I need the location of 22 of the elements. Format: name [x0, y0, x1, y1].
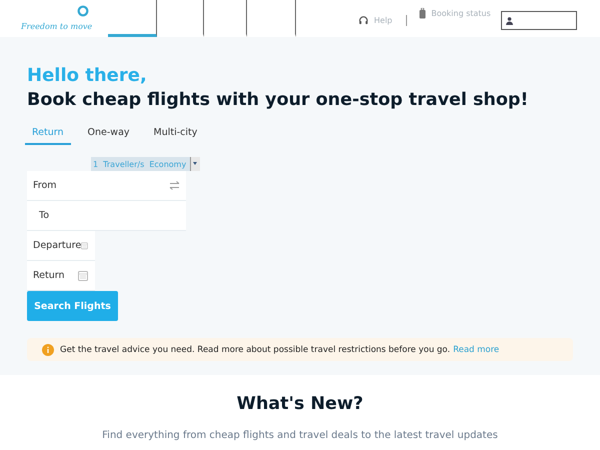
from-field[interactable]: From	[27, 171, 186, 201]
greeting: Hello there,	[27, 65, 148, 86]
return-field[interactable]: Return	[27, 261, 95, 291]
logo-ring-icon	[77, 5, 89, 17]
to-field[interactable]: To	[27, 201, 186, 231]
headline: Book cheap flights with your one-stop travel shop!	[27, 90, 530, 110]
caret-icon	[190, 157, 200, 171]
advice-text: Get the travel advice you need. Read more about possible travel restrictions before you go.	[60, 344, 450, 354]
section-subtitle: Find everything from cheap flights and travel deals to the latest travel updates	[101, 430, 499, 441]
info-icon	[42, 344, 54, 356]
user-icon	[506, 16, 513, 24]
departure-field[interactable]: Departure	[27, 231, 95, 261]
trip-type-tab[interactable]: One-way	[80, 124, 137, 145]
calendar-icon	[81, 240, 88, 251]
logo-tagline: Freedom to move	[21, 22, 92, 31]
section-title: What's New?	[236, 394, 364, 414]
luggage-icon	[419, 8, 426, 19]
calendar-icon	[78, 270, 88, 281]
trip-type-tab[interactable]: Multi-city	[146, 124, 204, 145]
swap-icon[interactable]	[169, 181, 180, 190]
headset-icon	[358, 15, 369, 26]
account-button[interactable]	[500, 11, 577, 30]
